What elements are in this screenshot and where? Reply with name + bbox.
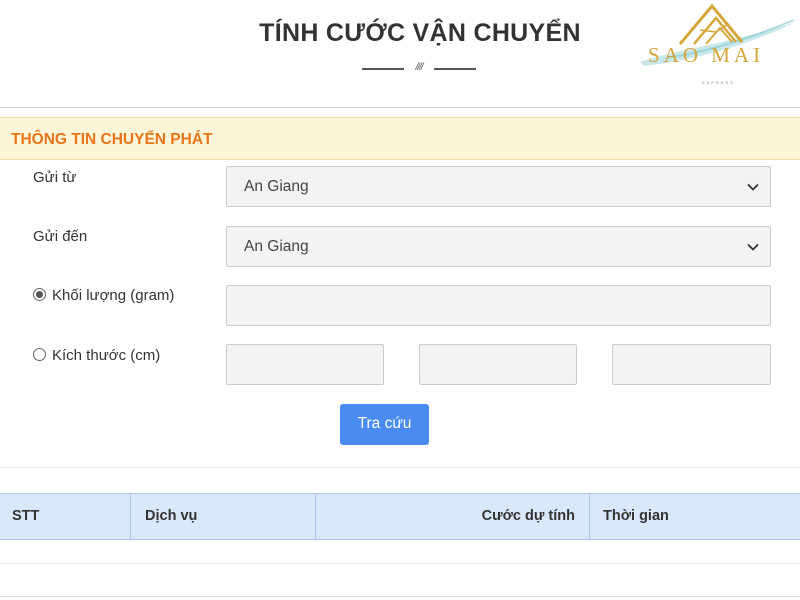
size-height-input[interactable] bbox=[612, 344, 771, 385]
section-title: THÔNG TIN CHUYỂN PHÁT bbox=[11, 131, 213, 148]
from-province-value: An Giang bbox=[244, 178, 309, 195]
lookup-button[interactable]: Tra cứu bbox=[340, 404, 429, 445]
size-radio[interactable] bbox=[33, 348, 46, 361]
column-header-stt: STT bbox=[12, 508, 40, 524]
page-header: TÍNH CƯỚC VẬN CHUYỂN //// SAO MAI EXPRES… bbox=[0, 0, 800, 108]
chevron-down-icon bbox=[747, 183, 759, 191]
to-label: Gửi đến bbox=[33, 228, 88, 245]
form-divider bbox=[0, 467, 800, 468]
weight-radio[interactable] bbox=[33, 288, 46, 301]
from-label: Gửi từ bbox=[33, 169, 77, 186]
results-table-header: STT Dịch vụ Cước dự tính Thời gian bbox=[0, 493, 800, 540]
to-province-select[interactable]: An Giang bbox=[226, 226, 771, 267]
size-label: Kích thước (cm) bbox=[52, 347, 161, 364]
weight-label: Khối lượng (gram) bbox=[52, 287, 175, 304]
table-row-divider bbox=[0, 563, 800, 564]
column-header-time: Thời gian bbox=[603, 508, 669, 524]
table-bottom-rule bbox=[0, 596, 800, 597]
column-header-estimated-fee: Cước dự tính bbox=[481, 508, 575, 524]
chevron-down-icon bbox=[747, 243, 759, 251]
saomai-logo[interactable]: SAO MAI EXPRESS bbox=[636, 0, 800, 92]
section-header: THÔNG TIN CHUYỂN PHÁT bbox=[0, 117, 800, 160]
logo-subtitle: EXPRESS bbox=[702, 80, 735, 85]
column-header-service: Dịch vụ bbox=[145, 508, 198, 524]
to-province-value: An Giang bbox=[244, 238, 309, 255]
logo-name: SAO MAI bbox=[648, 43, 765, 67]
title-ornament: //// bbox=[362, 62, 476, 76]
from-province-select[interactable]: An Giang bbox=[226, 166, 771, 207]
size-length-input[interactable] bbox=[226, 344, 384, 385]
header-divider bbox=[0, 107, 800, 108]
size-width-input[interactable] bbox=[419, 344, 577, 385]
weight-input[interactable] bbox=[226, 285, 771, 326]
